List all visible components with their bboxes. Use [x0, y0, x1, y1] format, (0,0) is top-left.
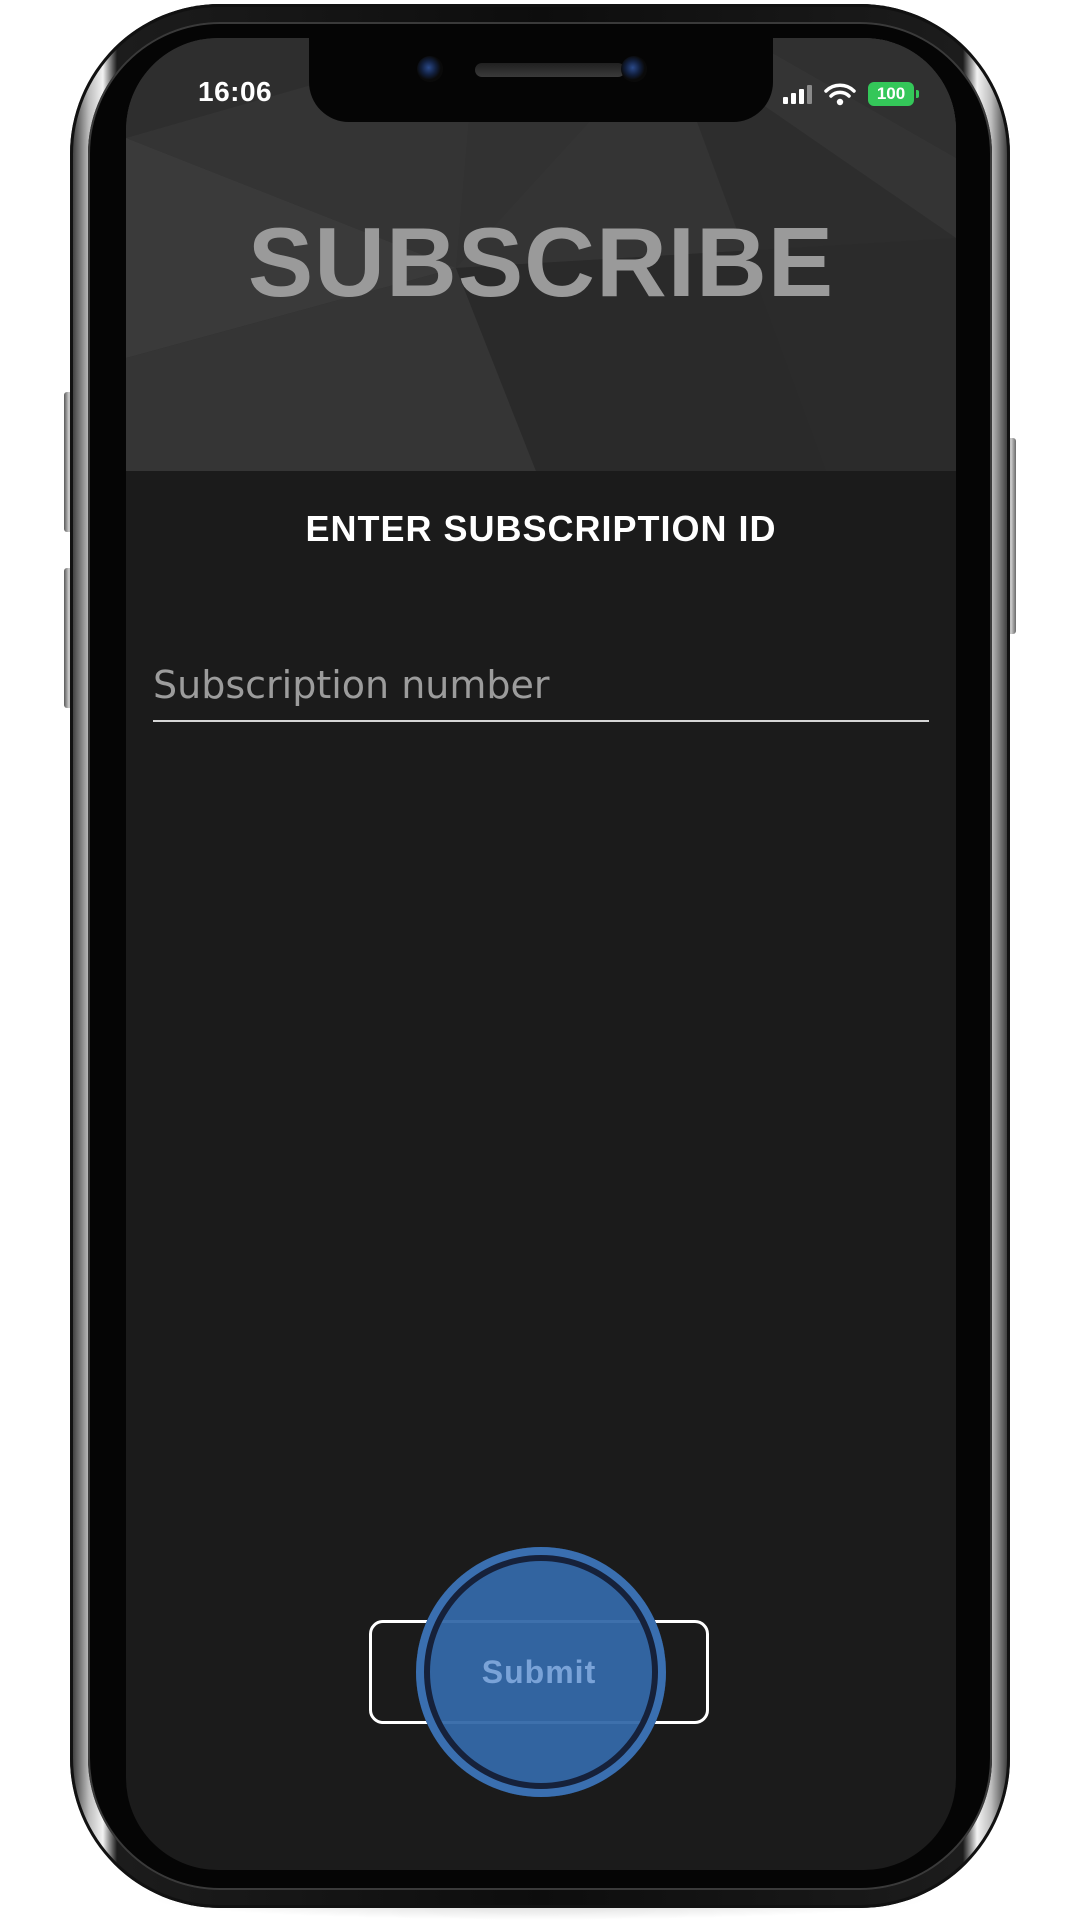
form-heading: ENTER SUBSCRIPTION ID	[305, 508, 777, 549]
app-screen: 16:06 100 SUBSCRIBE ENTER SUBSCRIPTION I…	[126, 38, 956, 1870]
wifi-icon	[824, 83, 856, 106]
battery-icon: 100	[868, 82, 919, 106]
status-time: 16:06	[198, 76, 273, 107]
front-camera-icon	[417, 56, 443, 82]
status-icons: 100	[783, 82, 919, 106]
face-id-sensor-icon	[621, 56, 647, 82]
notch	[309, 38, 773, 122]
page-title: SUBSCRIBE	[247, 207, 835, 317]
subscription-number-input[interactable]	[153, 650, 929, 722]
earpiece-speaker	[475, 63, 625, 77]
submit-button-label[interactable]: Submit	[369, 1620, 709, 1724]
cellular-signal-icon	[783, 84, 812, 104]
